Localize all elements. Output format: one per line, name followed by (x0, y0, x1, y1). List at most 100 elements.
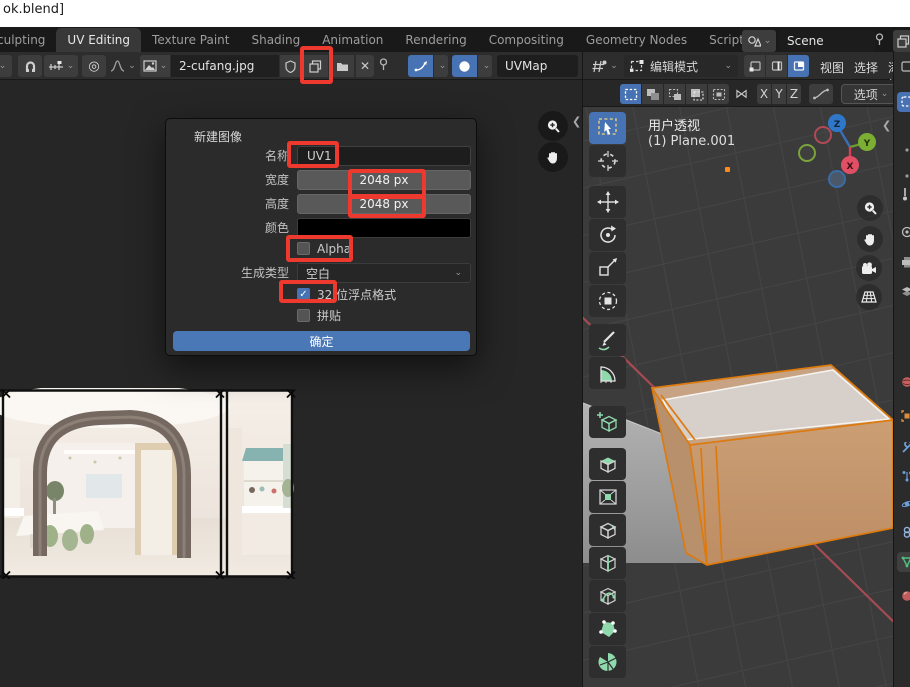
gizmos-dropdown[interactable]: ⌄ (434, 55, 448, 77)
gizmos-toggle-button[interactable] (408, 55, 433, 77)
overlays-dropdown[interactable]: ⌄ (478, 55, 492, 77)
tool-knife[interactable] (589, 580, 626, 612)
properties-tab-render[interactable] (897, 222, 910, 242)
image-browse-button[interactable]: ⌄ (140, 55, 170, 77)
uvmap-field[interactable]: UVMap (497, 55, 578, 77)
workspace-tab[interactable]: Animation (311, 28, 394, 52)
select-mode-intersect[interactable] (708, 84, 729, 104)
workspace-tab[interactable]: Rendering (394, 28, 477, 52)
properties-tab-object[interactable] (897, 406, 910, 426)
copy-image-button[interactable] (303, 55, 328, 77)
properties-tab-modifiers[interactable] (897, 438, 910, 458)
navigation-gizmo[interactable]: Z Y X (793, 107, 893, 207)
scene-name-field[interactable]: Scene (779, 30, 875, 52)
workspace-tab[interactable]: UV Editing (56, 28, 141, 52)
ok-button[interactable]: 确定 (173, 331, 470, 351)
scene-pin-icon[interactable] (874, 33, 885, 46)
properties-tab-editor-type[interactable] (897, 56, 910, 76)
unlink-image-button[interactable]: ✕ (356, 55, 374, 77)
mirror-y-button[interactable]: Y (772, 84, 786, 104)
properties-tab-output[interactable] (897, 252, 910, 272)
proportional-falloff-button[interactable] (809, 84, 833, 104)
tiled-checkbox[interactable] (297, 309, 310, 322)
viewport-pan-button[interactable] (857, 226, 883, 252)
tool-poly-build[interactable] (589, 613, 626, 645)
viewport-sidebar-collapse-icon[interactable]: ❮ (882, 119, 891, 132)
properties-tab-world[interactable] (897, 372, 910, 392)
options-dropdown[interactable]: 选项⌄ (841, 84, 901, 104)
tool-rotate[interactable] (589, 219, 626, 251)
editor-divider[interactable] (582, 52, 583, 687)
properties-tab-view-layer[interactable] (897, 282, 910, 302)
properties-tab-physics[interactable] (897, 494, 910, 514)
properties-tab-constraints[interactable] (897, 522, 910, 542)
menu-select[interactable]: 选择 (854, 59, 878, 76)
workspace-tab[interactable]: Texture Paint (141, 28, 240, 52)
width-slider[interactable]: 2048 px (297, 170, 471, 190)
tool-extrude-region[interactable] (589, 448, 626, 480)
scene-type-button[interactable]: ⌄ (742, 30, 776, 52)
properties-tab-tool[interactable] (897, 92, 910, 112)
snap-mode-button[interactable]: ⌄ (44, 55, 78, 77)
tool-annotate[interactable] (589, 324, 626, 356)
properties-tab-tool-tab[interactable] (897, 184, 910, 204)
vertex-select-button[interactable] (744, 55, 765, 77)
color-swatch[interactable] (297, 218, 471, 238)
workspace-tab[interactable]: Shading (240, 28, 311, 52)
tool-cursor[interactable] (589, 145, 626, 177)
workspace-tab[interactable]: culpting (0, 28, 56, 52)
pin-button[interactable] (378, 58, 389, 71)
scene-copy-button[interactable] (893, 30, 910, 52)
viewport-3d[interactable]: 用户透视 (1) Plane.001 Z Y X ❮ (583, 107, 893, 687)
overlays-toggle-button[interactable] (452, 55, 477, 77)
falloff-button[interactable]: ⌄ (108, 55, 138, 77)
clipped-widget[interactable]: ⌄ (0, 55, 12, 77)
mode-dropdown[interactable]: 编辑模式 ⌄ (624, 55, 738, 77)
menu-view[interactable]: 视图 (820, 59, 844, 76)
workspace-tab[interactable]: Geometry Nodes (575, 28, 698, 52)
image-name-field[interactable]: 2-cufang.jpg (171, 55, 279, 77)
viewport-zoom-button[interactable] (857, 195, 883, 221)
workspace-tab[interactable]: Compositing (478, 28, 575, 52)
properties-tab-dot-2[interactable] (897, 140, 910, 160)
generated-type-dropdown[interactable]: 空白 ⌄ (297, 263, 471, 283)
height-slider[interactable]: 2048 px (297, 194, 471, 214)
edge-select-button[interactable] (766, 55, 787, 77)
properties-tab-material[interactable] (897, 586, 910, 606)
select-mode-set[interactable] (620, 84, 641, 104)
uv-sidebar-collapse-icon[interactable]: ❮ (572, 115, 581, 128)
snap-toggle-button[interactable] (18, 55, 42, 77)
tool-box-select[interactable] (589, 112, 626, 144)
mirror-z-button[interactable]: Z (787, 84, 801, 104)
tool-scale[interactable] (589, 252, 626, 284)
tool-spin[interactable] (589, 646, 626, 678)
float32-checkbox[interactable]: ✓ (297, 288, 310, 301)
properties-tab-particles[interactable] (897, 466, 910, 486)
viewport-perspective-button[interactable] (856, 284, 882, 310)
open-image-button[interactable] (330, 55, 354, 77)
tool-transform[interactable] (589, 285, 626, 317)
tool-bevel[interactable] (589, 514, 626, 546)
tool-add-cube[interactable] (589, 406, 626, 438)
select-mode-extend[interactable] (642, 84, 663, 104)
viewport-camera-button[interactable] (856, 255, 882, 281)
tool-move[interactable] (589, 186, 626, 218)
properties-tab-dot-3[interactable] (897, 166, 910, 186)
editor-type-button[interactable]: ⌄ (589, 55, 621, 77)
tool-loop-cut[interactable] (589, 547, 626, 579)
uv-pan-button[interactable] (538, 142, 568, 172)
mirror-x-button[interactable]: X (757, 84, 771, 104)
select-mode-subtract[interactable] (664, 84, 685, 104)
uv-image-thumbnail[interactable] (0, 388, 296, 579)
fake-user-button[interactable] (280, 55, 301, 77)
tool-measure[interactable] (589, 357, 626, 389)
name-input[interactable]: UV1 (297, 146, 471, 166)
select-mode-difference[interactable] (686, 84, 707, 104)
properties-tab-data[interactable] (897, 552, 910, 572)
uv-zoom-button[interactable] (538, 111, 568, 141)
face-select-button[interactable] (788, 55, 809, 77)
alpha-checkbox[interactable] (297, 242, 310, 255)
mirror-icon[interactable]: ⋈ (735, 87, 748, 102)
proportional-edit-button[interactable]: ◎ (82, 55, 106, 77)
tool-inset-faces[interactable] (589, 481, 626, 513)
